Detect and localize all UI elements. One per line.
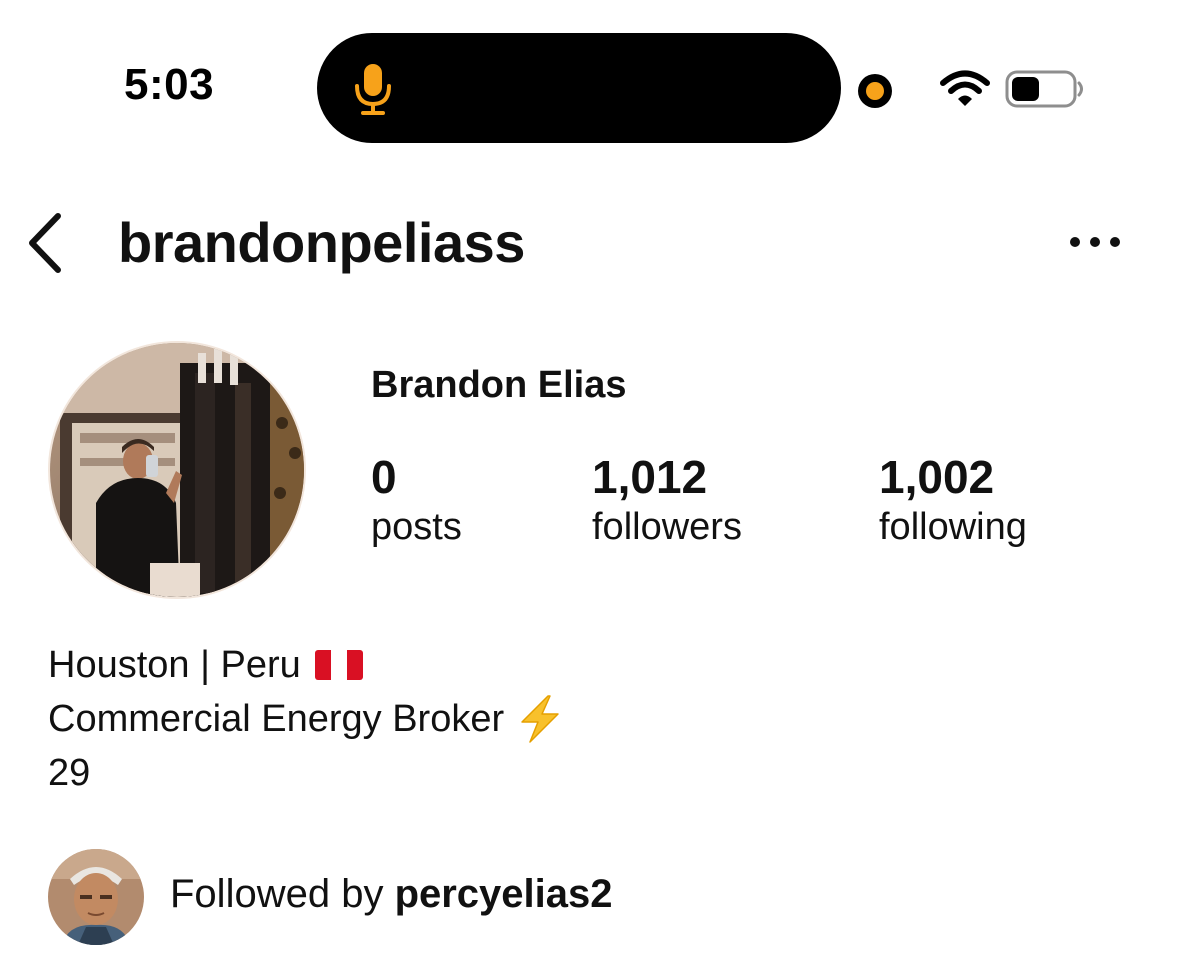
battery-icon	[1005, 70, 1083, 108]
recording-dot-icon	[858, 74, 892, 108]
bio-age-text: 29	[48, 752, 91, 794]
peru-flag-icon	[314, 650, 363, 680]
stat-followers[interactable]: 1,012 followers	[592, 450, 742, 550]
profile-screen: 5:03 brandonpeliass Brandon Elias 0 post…	[0, 0, 1179, 964]
mutual-follower-avatar[interactable]	[48, 849, 144, 945]
bio-location-text: Houston | Peru	[48, 644, 301, 686]
stat-posts-label: posts	[371, 506, 462, 548]
stat-following-count: 1,002	[879, 451, 995, 503]
lightning-icon	[521, 695, 559, 743]
followed-by-text[interactable]: Followed by percyelias2	[170, 872, 613, 917]
stat-followers-count: 1,012	[592, 451, 708, 503]
bio-line-occupation: Commercial Energy Broker	[48, 692, 562, 746]
bio: Houston | Peru Commercial Energy Broker …	[48, 638, 562, 800]
wifi-icon	[940, 70, 990, 106]
stat-following-label: following	[879, 506, 1027, 548]
dynamic-island	[317, 33, 841, 143]
stat-posts[interactable]: 0 posts	[371, 450, 462, 550]
profile-avatar[interactable]	[48, 341, 306, 599]
profile-photo	[50, 343, 304, 597]
more-options-button[interactable]	[1066, 230, 1124, 254]
status-time: 5:03	[124, 60, 215, 109]
mic-icon	[355, 64, 391, 115]
mutual-follower-photo	[48, 849, 144, 945]
more-horizontal-icon	[1070, 237, 1120, 247]
stat-following[interactable]: 1,002 following	[879, 450, 1027, 550]
bio-line-location: Houston | Peru	[48, 638, 562, 692]
back-button[interactable]	[22, 212, 70, 274]
bio-occupation-text: Commercial Energy Broker	[48, 698, 505, 740]
followed-by-prefix: Followed by	[170, 872, 384, 916]
stat-posts-count: 0	[371, 451, 397, 503]
stat-followers-label: followers	[592, 506, 742, 548]
bio-line-age: 29	[48, 746, 562, 800]
chevron-left-icon	[29, 213, 61, 273]
followed-by-username[interactable]: percyelias2	[395, 872, 613, 916]
display-name: Brandon Elias	[371, 364, 627, 406]
page-title-username: brandonpeliass	[118, 211, 525, 274]
